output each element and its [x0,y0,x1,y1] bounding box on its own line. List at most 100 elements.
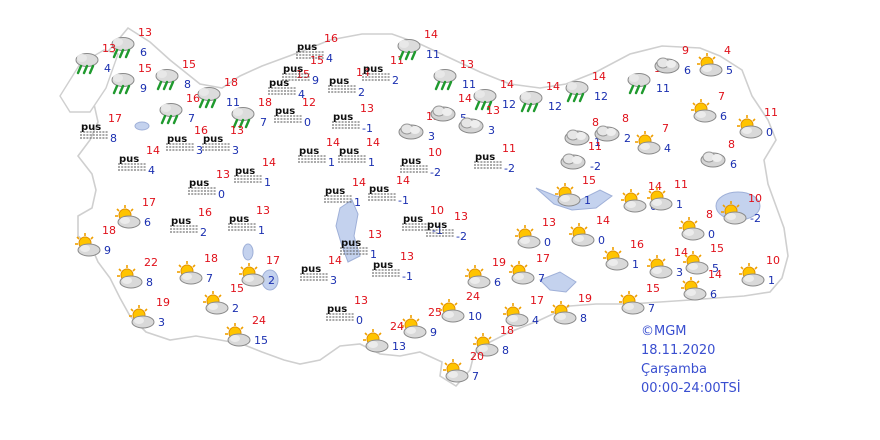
fog-label: pus [363,64,384,75]
max-temperature: 24 [252,314,266,327]
max-temperature: 12 [302,96,316,109]
fog-label: pus [369,184,390,195]
fog-label: pus [341,238,362,249]
fog-label: pus [119,154,140,165]
fog-label: pus [327,304,348,315]
max-temperature: 17 [536,252,550,265]
weather-station: pus 17 8 [78,113,126,150]
fog-label: pus [171,216,192,227]
weather-station: 15 9 [108,63,156,100]
weather-station: 15 8 [152,59,200,96]
min-temperature: -1 [402,270,413,283]
weather-station: pus 13 -1 [330,103,378,140]
weather-station: pus 13 -1 [370,251,418,288]
min-temperature: 10 [468,310,482,323]
max-temperature: 14 [352,176,366,189]
min-temperature: 0 [708,228,715,241]
min-temperature: -2 [750,212,761,225]
min-temperature: 2 [624,132,631,145]
min-temperature: -1 [362,122,373,135]
max-temperature: 10 [748,192,762,205]
min-temperature: 9 [104,244,111,257]
min-temperature: 8 [580,312,587,325]
max-temperature: 14 [146,144,160,157]
min-temperature: 0 [218,188,225,201]
weather-station: pus 11 -2 [472,143,520,180]
min-temperature: 12 [548,100,562,113]
fog-label: pus [275,106,296,117]
max-temperature: 13 [256,204,270,217]
weather-station: 11 0 [734,107,782,144]
max-temperature: 14 [596,214,610,227]
weather-station: 45 [694,45,742,82]
max-temperature: 13 [138,26,152,39]
max-temperature: 11 [674,178,688,191]
min-temperature: 7 [260,116,267,129]
max-temperature: 19 [492,256,506,269]
max-temperature: 13 [368,228,382,241]
min-temperature: 4 [664,142,671,155]
min-temperature: 6 [720,110,727,123]
weather-station: 10 -2 [718,192,766,230]
max-temperature: 16 [630,238,644,251]
min-temperature: 13 [392,340,406,353]
max-temperature: 13 [542,216,556,229]
max-temperature: 19 [156,296,170,309]
min-temperature: 1 [258,224,265,237]
max-temperature: 13 [460,58,474,71]
weather-station: 19 8 [548,293,596,330]
weather-station: pus 13 -2 [424,211,472,248]
weather-station: 11 -2 [558,140,606,178]
min-temperature: 11 [656,82,670,95]
max-temperature: 11 [588,140,602,153]
max-temperature: 14 [458,92,472,105]
min-temperature: 6 [140,46,147,59]
min-temperature: 4 [532,314,539,327]
max-temperature: 18 [204,252,218,265]
day-label: Çarşamba [641,362,708,377]
weather-station: 13 0 [512,216,560,254]
min-temperature: 12 [502,98,516,111]
max-temperature: 16 [198,206,212,219]
fog-label: pus [373,260,394,271]
fog-label: pus [329,76,350,87]
max-temperature: 25 [428,306,442,319]
max-temperature: 15 [646,282,660,295]
max-temperature: 14 [592,70,606,83]
max-temperature: 17 [142,196,156,209]
min-temperature: 1 [264,176,271,189]
weather-station: pus 13 0 [186,169,234,206]
weather-station: 24 15 [222,314,270,352]
min-temperature: 15 [254,334,268,347]
weather-station: 76 [688,91,736,128]
min-temperature: 2 [232,302,239,315]
fog-label: pus [475,152,496,163]
min-temperature: 9 [140,82,147,95]
min-temperature: 6 [710,288,717,301]
copyright-label: ©MGM [641,324,687,339]
max-temperature: 18 [224,76,238,89]
max-temperature: 17 [530,294,544,307]
max-temperature: 14 [328,254,342,267]
weather-station: 10 1 [736,254,784,292]
min-temperature: 6 [730,158,737,171]
min-temperature: 0 [766,126,773,139]
min-temperature: 1 [632,258,639,271]
min-temperature: 3 [488,124,495,137]
max-temperature: 16 [324,32,338,45]
weather-station: 20 7 [440,351,488,388]
weather-station: 86 [698,139,746,176]
min-temperature: 4 [148,164,155,177]
max-temperature: 10 [766,254,780,267]
max-temperature: 15 [710,242,724,255]
min-temperature: 1 [768,274,775,287]
min-temperature: 1 [584,194,591,207]
fog-label: pus [167,134,188,145]
date-label: 18.11.2020 [641,343,716,358]
min-temperature: 3 [158,316,165,329]
fog-label: pus [427,220,448,231]
min-temperature: 6 [144,216,151,229]
weather-station: 15 1 [552,175,600,212]
min-temperature: 8 [110,132,117,145]
weather-station: 74 [632,123,680,160]
